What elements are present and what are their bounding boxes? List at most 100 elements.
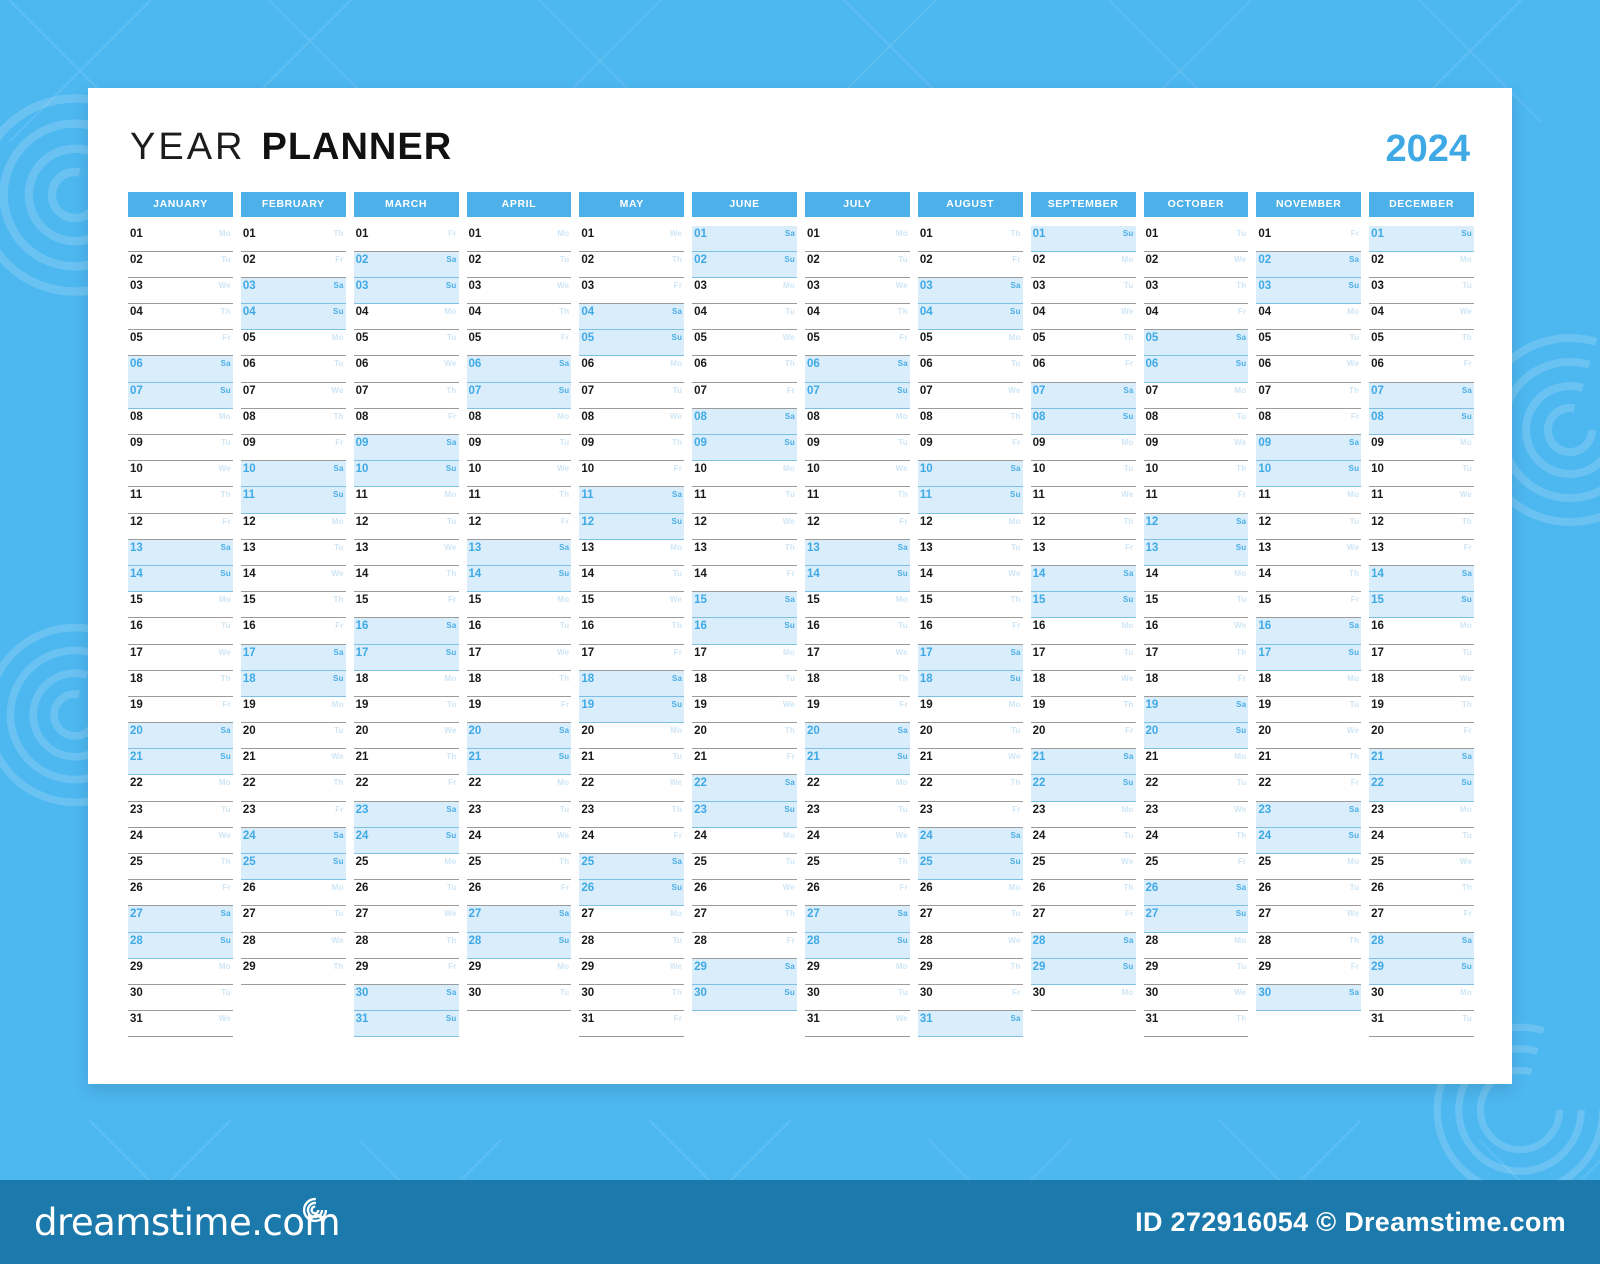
day-row[interactable]: 30 Sa (353, 984, 459, 1012)
day-row[interactable]: 29 Mo (128, 959, 233, 985)
day-row[interactable]: 29 Th (917, 959, 1023, 985)
day-row[interactable]: 21 Tu (579, 749, 685, 776)
day-row[interactable]: 12 Mo (917, 514, 1023, 540)
day-row[interactable]: 14 Su (128, 565, 233, 593)
day-row[interactable]: 23 We (1143, 802, 1249, 828)
day-row[interactable]: 19 Th (1030, 697, 1136, 724)
day-row[interactable]: 25 Fr (1143, 854, 1249, 881)
day-row[interactable]: 01 We (579, 226, 685, 252)
day-row[interactable]: 12 Fr (128, 514, 233, 540)
day-row[interactable]: 03 We (128, 278, 233, 305)
day-row[interactable]: 23 Th (579, 802, 685, 828)
day-row[interactable]: 04 We (1369, 304, 1474, 331)
day-row[interactable]: 30 Mo (1369, 985, 1474, 1012)
day-row[interactable]: 19 Mo (917, 697, 1023, 724)
day-row[interactable]: 20 Sa (128, 723, 233, 750)
day-row[interactable]: 20 Tu (917, 723, 1023, 750)
day-row[interactable]: 07 Sa (1369, 382, 1474, 409)
day-row[interactable]: 31 Su (353, 1011, 459, 1038)
day-row[interactable]: 03 Fr (579, 278, 685, 305)
day-row[interactable]: 08 Mo (128, 409, 233, 435)
day-row[interactable]: 25 Mo (1256, 854, 1362, 881)
day-row[interactable]: 26 Fr (805, 880, 910, 907)
day-row[interactable]: 11 Th (466, 487, 572, 514)
day-row[interactable]: 25 Th (128, 854, 233, 881)
day-row[interactable]: 19 Fr (128, 697, 233, 724)
day-row[interactable]: 04 Sa (579, 304, 685, 331)
day-row[interactable]: 22 Mo (128, 775, 233, 802)
day-row[interactable]: 02 Su (692, 251, 797, 278)
day-row[interactable]: 27 Fr (1369, 906, 1474, 933)
day-row[interactable]: 10 Tu (1030, 461, 1136, 488)
day-row[interactable]: 05 Mo (917, 330, 1023, 357)
day-row[interactable]: 04 We (1030, 304, 1136, 331)
day-row[interactable]: 15 Mo (805, 592, 910, 619)
day-row[interactable]: 05 Fr (466, 330, 572, 357)
day-row[interactable]: 12 Tu (1256, 514, 1362, 540)
day-row[interactable]: 24 We (466, 828, 572, 854)
day-row[interactable]: 11 Su (917, 487, 1023, 514)
day-row[interactable]: 21 Sa (1030, 749, 1136, 776)
day-row[interactable]: 22 Su (1030, 775, 1136, 802)
day-row[interactable]: 06 Sa (805, 356, 910, 383)
day-row[interactable]: 06 Sa (128, 356, 233, 383)
day-row[interactable]: 13 Sa (128, 539, 233, 566)
day-row[interactable]: 23 Fr (917, 802, 1023, 828)
day-row[interactable]: 05 Mo (240, 330, 346, 357)
day-row[interactable]: 01 Fr (353, 226, 459, 252)
day-row[interactable]: 04 Mo (1256, 304, 1362, 331)
day-row[interactable]: 16 Sa (1256, 618, 1362, 645)
day-row[interactable]: 24 We (805, 828, 910, 854)
day-row[interactable]: 12 Su (579, 513, 685, 540)
day-row[interactable]: 15 Tu (1143, 592, 1249, 619)
day-row[interactable]: 28 Th (353, 933, 459, 959)
day-row[interactable]: 06 Fr (1030, 356, 1136, 383)
day-row[interactable]: 17 Sa (917, 644, 1023, 671)
day-row[interactable]: 15 Fr (353, 592, 459, 619)
day-row[interactable]: 28 We (240, 933, 346, 959)
day-row[interactable]: 15 Su (1030, 592, 1136, 619)
day-row[interactable]: 28 Su (805, 932, 910, 959)
day-row[interactable]: 24 Su (353, 827, 459, 854)
day-row[interactable]: 03 Tu (1030, 278, 1136, 305)
day-row[interactable]: 23 Sa (1256, 801, 1362, 828)
day-row[interactable]: 18 Th (805, 671, 910, 697)
day-row[interactable]: 28 Tu (579, 933, 685, 959)
day-row[interactable]: 26 Tu (1256, 880, 1362, 907)
day-row[interactable]: 28 Su (128, 932, 233, 959)
day-row[interactable]: 03 We (466, 278, 572, 305)
day-row[interactable]: 18 We (1369, 671, 1474, 697)
day-row[interactable]: 20 Th (692, 723, 797, 750)
day-row[interactable]: 08 Su (1030, 408, 1136, 435)
day-row[interactable]: 27 We (1256, 906, 1362, 933)
day-row[interactable]: 01 Tu (1143, 226, 1249, 252)
day-row[interactable]: 09 Th (579, 435, 685, 462)
day-row[interactable]: 04 Mo (353, 304, 459, 331)
day-row[interactable]: 11 Sa (579, 487, 685, 514)
day-row[interactable]: 26 Fr (466, 880, 572, 907)
day-row[interactable]: 05 Su (579, 330, 685, 357)
day-row[interactable]: 12 Th (1030, 514, 1136, 540)
day-row[interactable]: 23 Tu (128, 802, 233, 828)
day-row[interactable]: 12 Fr (805, 514, 910, 540)
day-row[interactable]: 08 Sa (692, 408, 797, 435)
day-row[interactable]: 10 Su (353, 461, 459, 488)
day-row[interactable]: 02 Sa (1256, 251, 1362, 278)
day-row[interactable]: 25 Su (917, 854, 1023, 881)
day-row[interactable]: 11 We (1369, 487, 1474, 514)
day-row[interactable]: 24 Tu (1030, 828, 1136, 854)
day-row[interactable]: 14 Su (466, 565, 572, 593)
day-row[interactable]: 27 Th (692, 906, 797, 933)
day-row[interactable]: 23 Tu (805, 802, 910, 828)
month-header-august[interactable]: AUGUST (917, 192, 1023, 217)
day-row[interactable]: 15 Th (240, 592, 346, 619)
day-row[interactable]: 29 Th (240, 959, 346, 985)
day-row[interactable]: 11 Mo (353, 487, 459, 514)
day-row[interactable]: 22 Sa (692, 775, 797, 802)
day-row[interactable]: 13 Fr (1369, 540, 1474, 566)
day-row[interactable]: 06 We (1256, 356, 1362, 383)
day-row[interactable]: 11 Su (240, 487, 346, 514)
day-row[interactable]: 31 Sa (917, 1011, 1023, 1038)
day-row[interactable]: 14 Sa (1030, 565, 1136, 593)
day-row[interactable]: 11 Mo (1256, 487, 1362, 514)
